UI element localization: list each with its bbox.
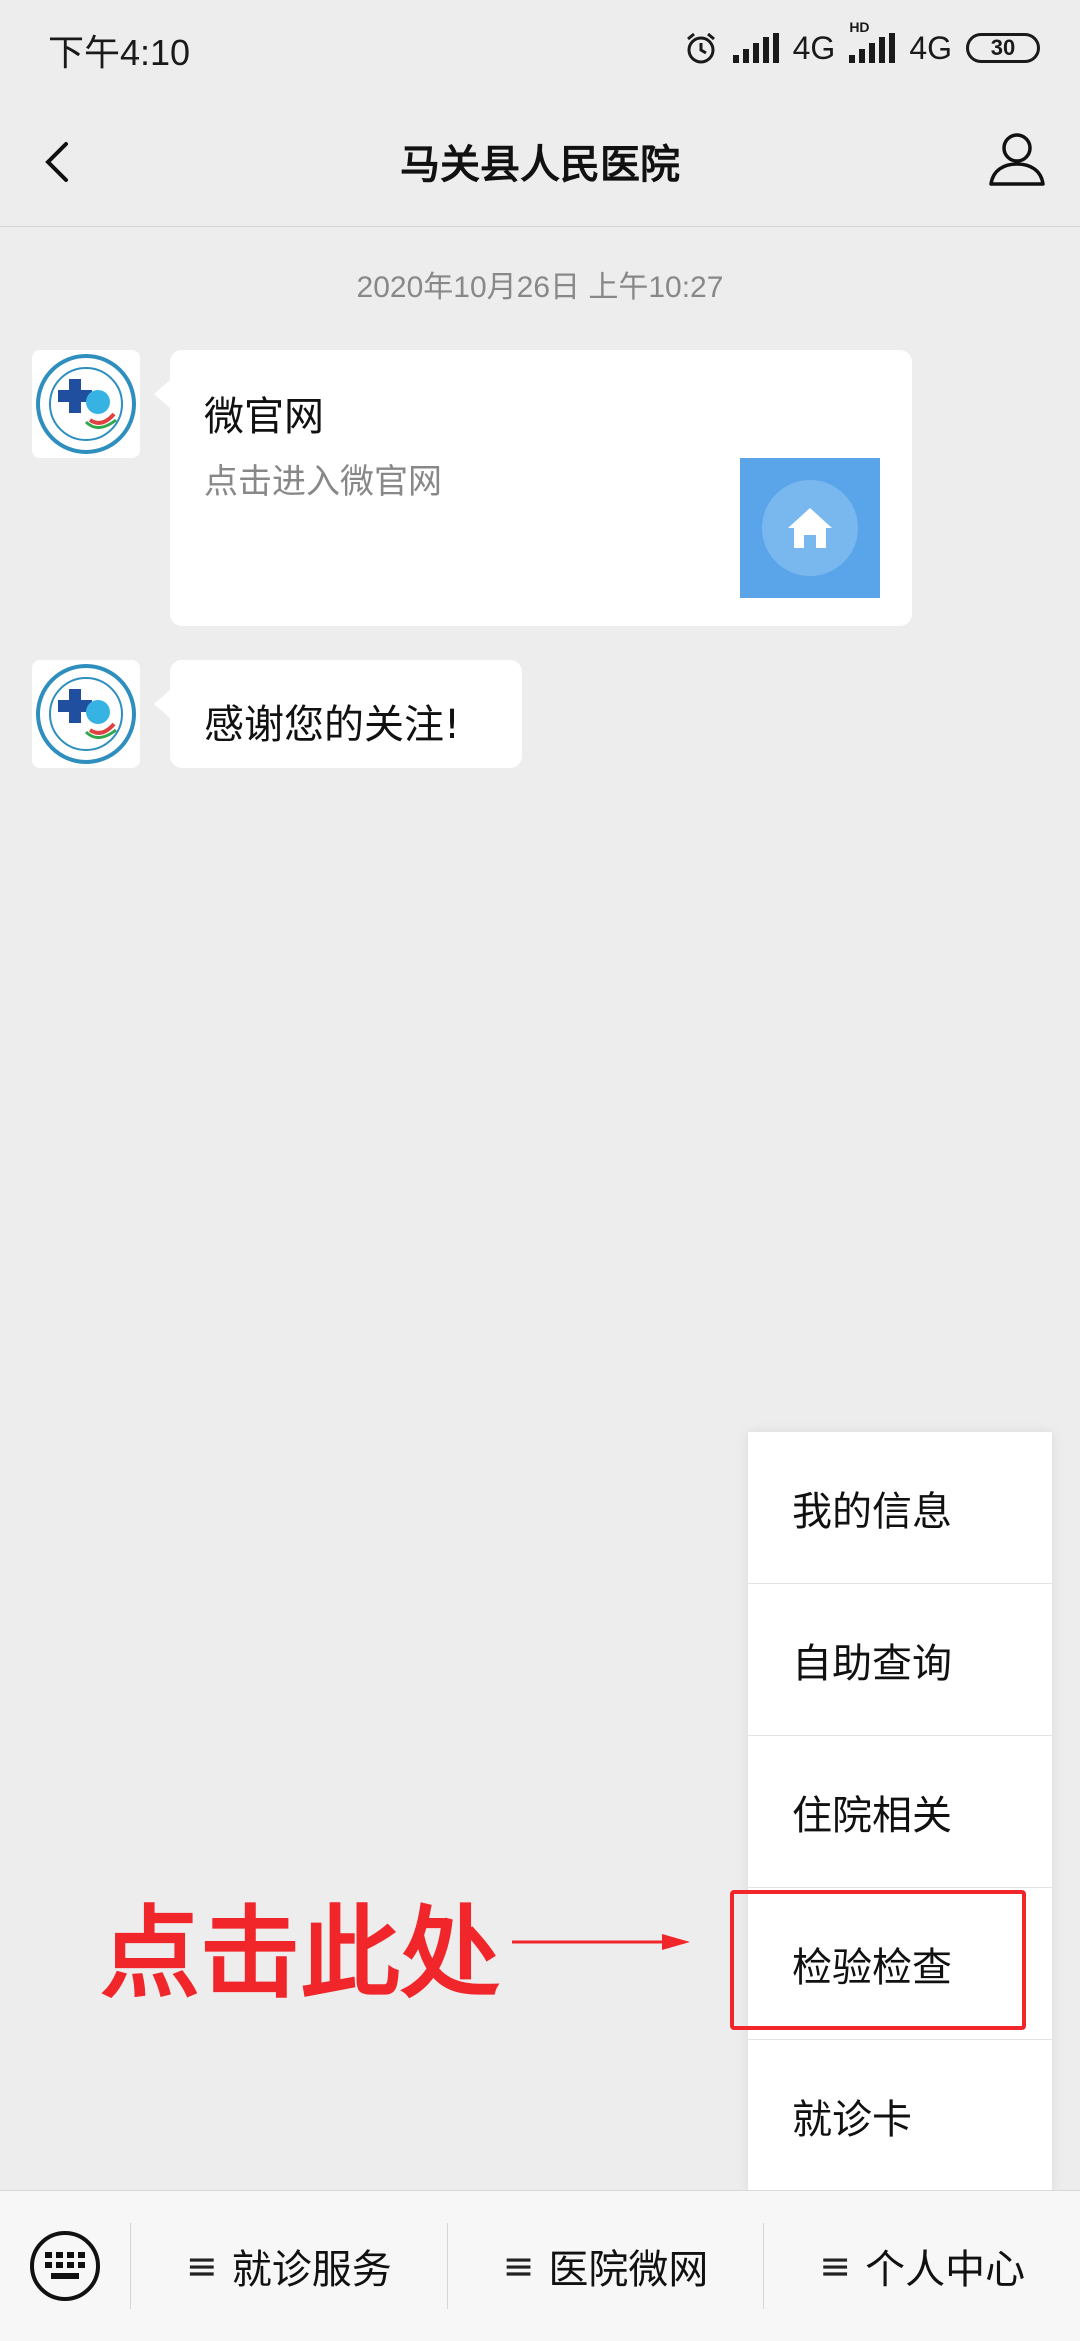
menu-item-patient-card[interactable]: 就诊卡 (748, 2040, 1052, 2192)
signal-icon (732, 33, 779, 63)
menu-item-inpatient[interactable]: 住院相关 (748, 1736, 1052, 1888)
battery-level: 30 (990, 35, 1016, 60)
bottom-menu-bar: ≡ 就诊服务 ≡ 医院微网 ≡ 个人中心 (0, 2190, 1080, 2341)
tab-medical-services[interactable]: ≡ 就诊服务 (131, 2191, 447, 2341)
battery-icon: 30 (966, 33, 1040, 63)
menu-item-self-query[interactable]: 自助查询 (748, 1584, 1052, 1736)
card-description: 点击进入微官网 (204, 462, 442, 502)
popup-menu: 我的信息 自助查询 住院相关 检验检查 就诊卡 (748, 1432, 1052, 2192)
menu-lines-icon: ≡ (819, 2244, 852, 2288)
card-title: 微官网 (204, 394, 324, 440)
avatar[interactable] (32, 660, 140, 768)
alarm-icon (686, 32, 715, 64)
signal-icon (849, 33, 896, 63)
user-icon (989, 133, 1045, 186)
hd-label: HD (849, 19, 870, 35)
menu-lines-icon: ≡ (502, 2244, 535, 2288)
status-time: 下午4:10 (48, 32, 191, 73)
arrow-right-icon (512, 1934, 690, 1950)
menu-item-label: 我的信息 (792, 1488, 952, 1535)
card-thumbnail (740, 458, 880, 598)
keyboard-icon (30, 2231, 100, 2301)
hospital-logo-icon (36, 354, 136, 454)
tab-label: 医院微网 (548, 2247, 709, 2293)
tab-personal-center[interactable]: ≡ 个人中心 (764, 2191, 1080, 2341)
network-label-1: 4G (792, 29, 836, 66)
menu-item-label: 自助查询 (792, 1640, 952, 1687)
menu-item-label: 就诊卡 (792, 2097, 912, 2143)
status-bar: 下午4:10 4G HD 4G 30 (0, 0, 1080, 96)
network-label-2: 4G (909, 29, 952, 66)
header: 马关县人民医院 (0, 96, 1080, 227)
hospital-logo-icon (36, 664, 136, 764)
card-message[interactable]: 微官网 点击进入微官网 (170, 350, 912, 626)
keyboard-toggle-button[interactable] (0, 2191, 130, 2341)
hd-signal: HD (849, 19, 896, 63)
menu-lines-icon: ≡ (185, 2244, 218, 2288)
tab-hospital-site[interactable]: ≡ 医院微网 (448, 2191, 764, 2341)
menu-item-label: 住院相关 (792, 1792, 952, 1839)
home-icon (762, 480, 858, 576)
menu-item-my-info[interactable]: 我的信息 (748, 1432, 1052, 1584)
annotation-text: 点击此处 (100, 1895, 500, 2012)
text-message[interactable]: 感谢您的关注! (170, 660, 522, 768)
bubble-tail (154, 380, 170, 408)
chat-timestamp: 2020年10月26日 上午10:27 (356, 271, 724, 304)
annotation-highlight-box (730, 1890, 1026, 2030)
avatar[interactable] (32, 350, 140, 458)
tab-label: 就诊服务 (231, 2247, 392, 2293)
status-indicators: 4G HD 4G 30 (683, 19, 1040, 70)
message-text: 感谢您的关注! (204, 702, 461, 748)
tab-label: 个人中心 (865, 2247, 1026, 2293)
page-title: 马关县人民医院 (400, 142, 680, 188)
profile-button[interactable] (984, 126, 1050, 192)
bubble-tail (154, 690, 170, 718)
